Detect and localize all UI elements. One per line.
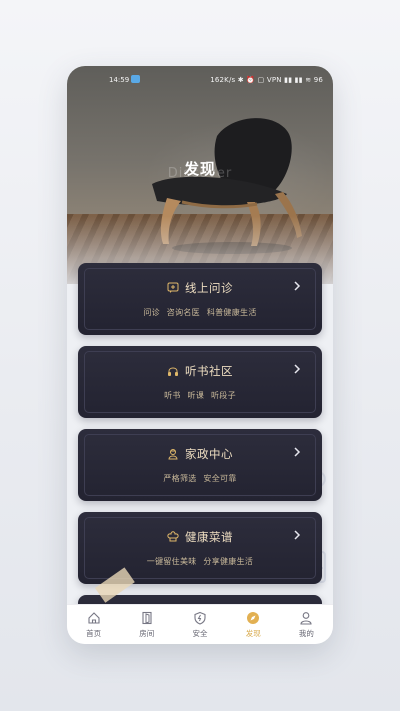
shield-icon (194, 611, 206, 625)
bottom-navigation: 首页 房间 安全 发现 我的 (67, 604, 333, 644)
nav-label: 安全 (192, 629, 208, 638)
card-title: 听书社区 (185, 364, 233, 378)
chevron-right-icon (294, 530, 301, 540)
status-indicators: 162K/s ✱ ⏰ ▢ VPN ▮▮ ▮▮ ≋ 96 (210, 76, 323, 84)
door-icon (142, 611, 152, 625)
card-title: 健康菜谱 (185, 530, 233, 544)
compass-icon (247, 612, 260, 624)
status-time: 14:59 (109, 76, 130, 84)
headphones-icon (168, 367, 178, 376)
card-frame (84, 268, 316, 330)
status-bar: 14:59 162K/s ✱ ⏰ ▢ VPN ▮▮ ▮▮ ≋ 96 (67, 74, 333, 88)
card-description: 一键留住美味 分享健康生活 (146, 557, 254, 566)
card-title-row: 线上问诊 (78, 280, 322, 296)
nav-room[interactable]: 房间 (120, 605, 173, 644)
card-audiobook-community[interactable]: 听书社区 听书 听课 听段子 (78, 346, 322, 418)
card-title-row: 家政中心 (78, 446, 322, 462)
chat-medical-icon (167, 282, 179, 293)
nav-profile[interactable]: 我的 (280, 605, 333, 644)
person-icon (300, 612, 312, 625)
card-description: 问诊 咨询名医 科普健康生活 (143, 308, 257, 317)
nav-label: 首页 (86, 629, 102, 638)
card-description: 严格筛选 安全可靠 (163, 474, 237, 483)
card-frame (84, 434, 316, 496)
chevron-right-icon (294, 447, 301, 457)
card-online-consultation[interactable]: 线上问诊 问诊 咨询名医 科普健康生活 (78, 263, 322, 335)
nav-security[interactable]: 安全 (173, 605, 226, 644)
nav-label: 我的 (298, 629, 314, 638)
nav-home[interactable]: 首页 (67, 605, 120, 644)
card-title-row: 听书社区 (78, 363, 322, 379)
chevron-right-icon (294, 281, 301, 291)
card-title: 家政中心 (185, 447, 233, 461)
chevron-right-icon (294, 364, 301, 374)
phone-screen: 14:59 162K/s ✱ ⏰ ▢ VPN ▮▮ ▮▮ ≋ 96 Discov… (67, 66, 333, 644)
card-frame (84, 351, 316, 413)
chef-hat-icon (167, 531, 179, 542)
home-icon (88, 612, 100, 624)
card-title: 线上问诊 (185, 281, 233, 295)
notification-icon (131, 75, 140, 83)
housekeeper-icon (168, 449, 178, 460)
page-title: 发现 (183, 160, 216, 178)
nav-discover[interactable]: 发现 (227, 605, 280, 644)
card-description: 听书 听课 听段子 (164, 391, 236, 400)
nav-label: 房间 (139, 629, 155, 638)
nav-label: 发现 (245, 629, 261, 638)
card-housekeeping-center[interactable]: 家政中心 严格筛选 安全可靠 (78, 429, 322, 501)
card-title-row: 健康菜谱 (78, 529, 322, 545)
